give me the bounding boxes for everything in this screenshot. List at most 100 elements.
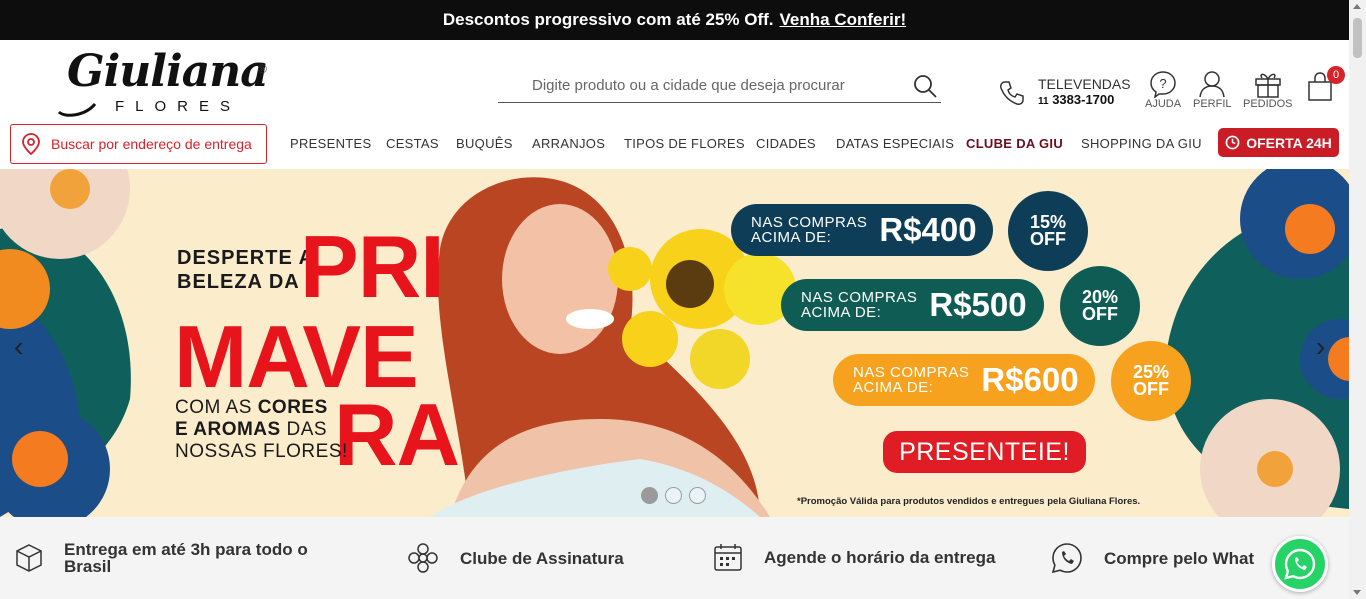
- nav-shopping-da-giu[interactable]: SHOPPING DA GIU: [1081, 136, 1202, 151]
- oferta-label: OFERTA 24H: [1246, 134, 1332, 151]
- orders-button[interactable]: PEDIDOS: [1243, 70, 1293, 110]
- feature-whatsapp-label: Compre pelo What: [1104, 548, 1255, 568]
- desperte-line-1: DESPERTE A: [177, 247, 315, 269]
- promo-link[interactable]: Venha Conferir!: [780, 10, 907, 30]
- svg-text:?: ?: [1159, 76, 1166, 91]
- feature-entrega: Entrega em até 3h para todo o Brasil: [14, 541, 374, 575]
- tier-500-line2: ACIMA DE:: [801, 304, 882, 321]
- tier-600-line2: ACIMA DE:: [853, 379, 934, 396]
- oferta-24h-button[interactable]: OFERTA 24H: [1218, 128, 1339, 157]
- televendas-label: TELEVENDAS: [1038, 76, 1131, 92]
- banner-pri: PRI: [300, 217, 445, 316]
- orders-label: PEDIDOS: [1243, 98, 1293, 110]
- televendas-phone: 3383-1700: [1052, 92, 1115, 107]
- badge-20-label: OFF: [1082, 304, 1118, 324]
- help-label: AJUDA: [1145, 98, 1182, 110]
- televendas[interactable]: TELEVENDAS 11 3383-1700: [998, 77, 1131, 109]
- nav-cestas[interactable]: CESTAS: [386, 136, 439, 151]
- search-icon[interactable]: [913, 74, 937, 98]
- promo-text: Descontos progressivo com até 25% Off.: [442, 10, 774, 29]
- face-shape: [502, 204, 618, 354]
- nav-arranjos[interactable]: ARRANJOS: [532, 136, 605, 151]
- cart-count-badge: 0: [1327, 66, 1345, 84]
- carousel-dot-3[interactable]: [689, 487, 706, 504]
- banner-ra: RA: [334, 385, 460, 484]
- help-button[interactable]: ? AJUDA: [1145, 70, 1181, 110]
- calendar-icon: [714, 544, 742, 571]
- address-search-label: Buscar por endereço de entrega: [51, 136, 252, 152]
- promo-disclaimer: *Promoção Válida para produtos vendidos …: [797, 496, 1141, 507]
- help-icon: ?: [1150, 71, 1176, 98]
- televendas-ddd: 11: [1038, 96, 1049, 107]
- feature-whatsapp[interactable]: Compre pelo What: [1050, 541, 1254, 575]
- whatsapp-outline-icon: [1051, 543, 1082, 574]
- desperte-line-2: BELEZA DA: [177, 271, 300, 293]
- tier-pill-400: NAS COMPRAS ACIMA DE: R$400: [731, 204, 993, 256]
- feature-agende-label: Agende o horário da entrega: [764, 547, 996, 567]
- tier-pill-500: NAS COMPRAS ACIMA DE: R$500: [781, 279, 1044, 331]
- feature-clube-label: Clube de Assinatura: [460, 548, 624, 568]
- sunflower-4: [690, 329, 750, 389]
- nav-presentes[interactable]: PRESENTES: [290, 136, 371, 151]
- carousel-dot-2[interactable]: [665, 487, 682, 504]
- box-icon: [16, 544, 42, 572]
- badge-25-label: OFF: [1133, 379, 1169, 399]
- profile-label: PERFIL: [1193, 98, 1232, 110]
- carousel-next-icon[interactable]: ›: [1316, 331, 1325, 363]
- flower-center-left: [50, 169, 90, 209]
- tier-500-line1: NAS COMPRAS: [801, 289, 918, 306]
- flower-icon: [408, 543, 438, 573]
- phone-icon: [1000, 81, 1024, 105]
- feature-clube: Clube de Assinatura: [406, 541, 624, 575]
- nav-datas-especiais[interactable]: DATAS ESPECIAIS: [836, 136, 954, 151]
- nav-clube-da-giu[interactable]: CLUBE DA GIU: [966, 136, 1063, 151]
- banner-mave: MAVE: [174, 307, 419, 406]
- address-search-button[interactable]: Buscar por endereço de entrega: [10, 124, 267, 164]
- carousel-dots: [641, 487, 706, 504]
- badge-15-label: OFF: [1030, 229, 1066, 249]
- flower-right-top-center: [1285, 204, 1335, 254]
- nav-cidades[interactable]: CIDADES: [756, 136, 816, 151]
- page-scrollbar[interactable]: [1349, 0, 1366, 599]
- cores-l3: NOSSAS FLORES!: [175, 441, 348, 462]
- presenteie-button[interactable]: PRESENTEIE!: [883, 431, 1086, 473]
- hero-banner[interactable]: DESPERTE A BELEZA DA PRI MAVE RA COM AS …: [0, 169, 1349, 517]
- nav-buques[interactable]: BUQUÊS: [456, 136, 513, 151]
- features-bar: Entrega em até 3h para todo o Brasil Clu…: [0, 517, 1349, 599]
- cores-l1-b: CORES: [257, 397, 328, 418]
- user-icon: [1199, 71, 1225, 98]
- badge-20-off: 20% OFF: [1060, 266, 1140, 346]
- tier-400-line1: NAS COMPRAS: [751, 214, 868, 231]
- scrollbar-thumb[interactable]: [1353, 18, 1362, 58]
- sunflower-3: [622, 311, 678, 367]
- gift-icon: [1255, 73, 1281, 98]
- carousel-prev-icon[interactable]: ‹: [14, 331, 23, 363]
- smile-shape: [566, 309, 614, 329]
- profile-button[interactable]: PERFIL: [1193, 70, 1232, 110]
- tier-400-line2: ACIMA DE:: [751, 229, 832, 246]
- promo-topbar: Descontos progressivo com até 25% Off. V…: [0, 0, 1349, 40]
- location-pin-icon: [22, 133, 40, 155]
- logo-registered: ®: [258, 62, 267, 76]
- feature-agende: Agende o horário da entrega: [712, 541, 995, 573]
- whatsapp-float-button[interactable]: [1272, 536, 1328, 592]
- carousel-dot-1[interactable]: [641, 487, 658, 504]
- tier-600-line1: NAS COMPRAS: [853, 364, 970, 381]
- giuliana-logo[interactable]: Giuliana ® FLORES: [55, 46, 275, 117]
- logo-sub: FLORES: [115, 98, 242, 115]
- nav-tipos-de-flores[interactable]: TIPOS DE FLORES: [624, 136, 745, 151]
- tier-pill-600: NAS COMPRAS ACIMA DE: R$600: [833, 354, 1095, 406]
- scroll-up-icon[interactable]: [1353, 4, 1361, 9]
- sunflower-1-center: [666, 260, 714, 308]
- search-bar: [498, 70, 941, 103]
- tier-500-amount: R$500: [929, 286, 1027, 323]
- tier-400-amount: R$400: [879, 211, 977, 248]
- cores-l2-a: E AROMAS: [175, 419, 287, 440]
- whatsapp-icon: [1284, 548, 1316, 580]
- scroll-down-icon[interactable]: [1353, 590, 1361, 595]
- badge-25-off: 25% OFF: [1111, 341, 1191, 421]
- search-input[interactable]: [498, 70, 898, 100]
- cores-l1-a: COM AS: [175, 397, 258, 418]
- tier-600-amount: R$600: [981, 361, 1079, 398]
- clock-icon: [1225, 135, 1240, 150]
